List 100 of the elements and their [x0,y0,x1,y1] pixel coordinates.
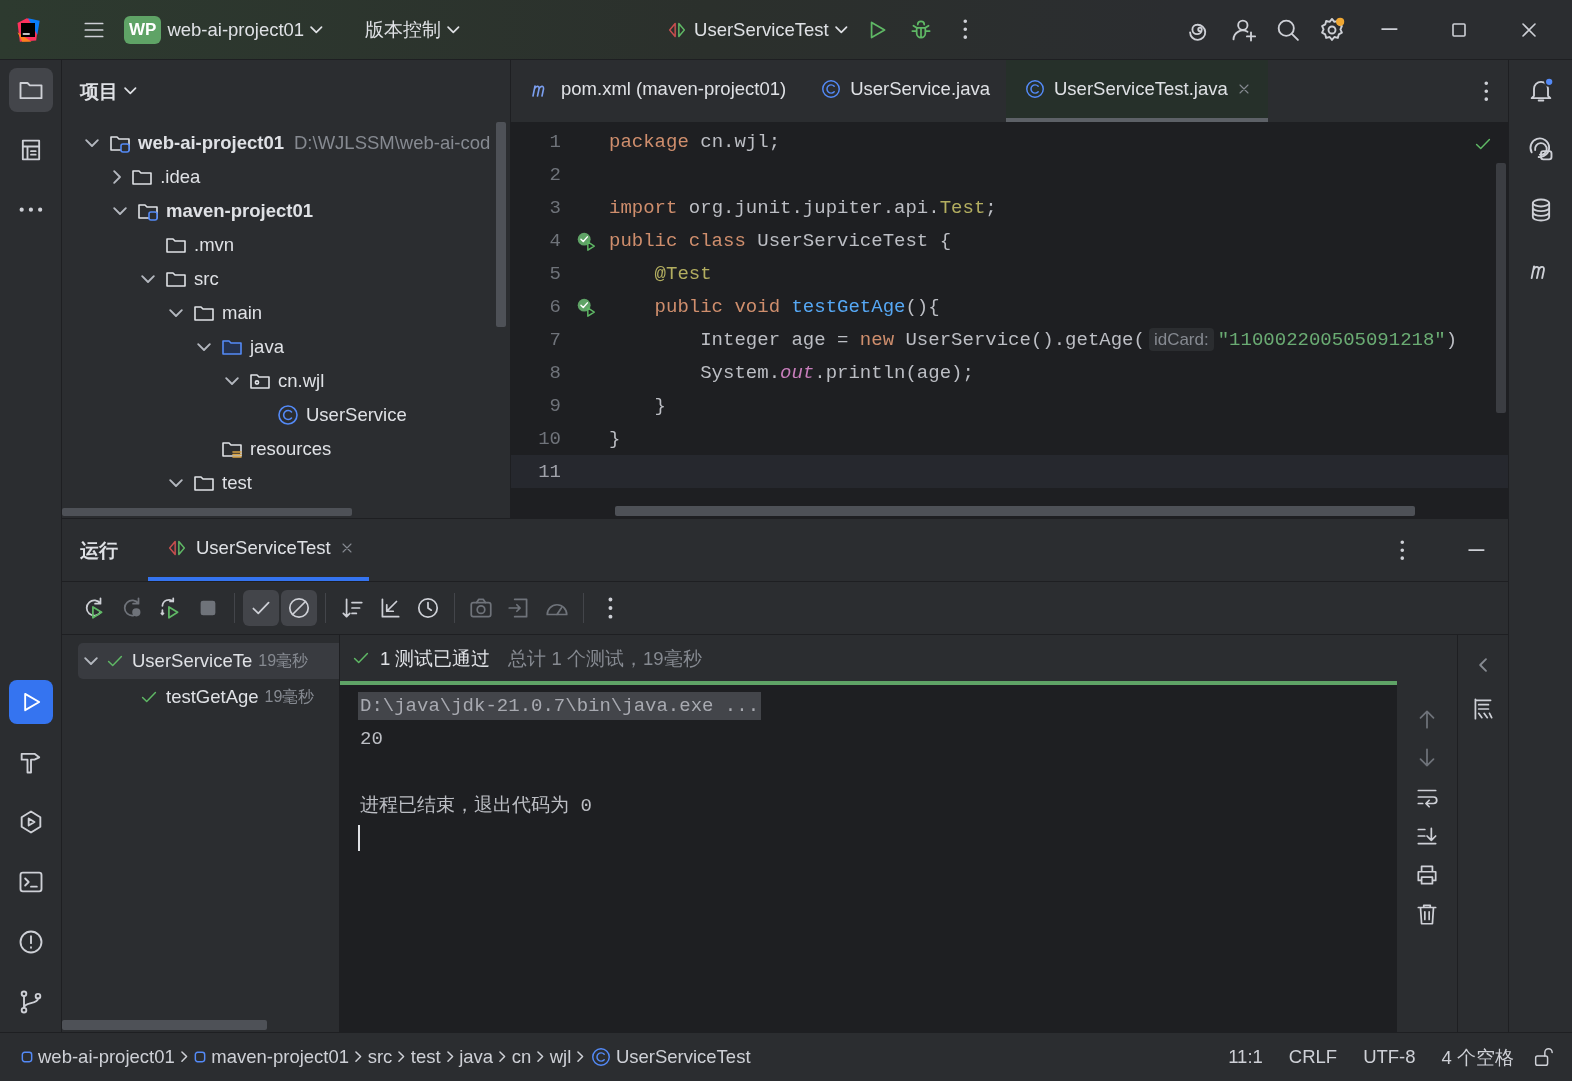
more-icon [963,19,968,40]
show-ignored-button[interactable] [281,590,317,626]
lock-icon [1532,1046,1554,1068]
run-configuration-dropdown[interactable]: UserServiceTest [658,12,856,47]
breadcrumb[interactable]: web-ai-project01 [20,1046,175,1068]
code-line: package cn.wjl; [609,130,781,153]
tree-item[interactable]: java [62,330,290,364]
class-icon [1024,78,1046,100]
tree-item[interactable]: resources [62,432,338,466]
more-icon [1483,80,1489,102]
ban-icon [286,595,312,621]
editor-tab[interactable]: pom.xml (maven-project01) [511,60,803,122]
code-line: public class UserServiceTest { [609,229,952,252]
project-dropdown[interactable]: WP web-ai-project01 [116,9,331,50]
code-line: } [609,427,621,450]
breadcrumb[interactable]: src [367,1046,393,1068]
more-icon [18,207,43,213]
text-cursor [358,825,360,851]
editor-tab[interactable]: UserService.java [802,60,1006,122]
editor-tab[interactable]: UserServiceTest.java [1006,60,1268,122]
chevron-right-icon [398,1051,405,1063]
breadcrumb[interactable]: UserServiceTest [589,1046,751,1068]
breadcrumb[interactable]: wjl [549,1046,572,1068]
run-tab[interactable]: UserServiceTest [148,519,369,581]
class-icon [276,403,300,427]
line-number: 11 [537,460,561,483]
chevron-left-icon [1478,658,1488,672]
project-view-dropdown[interactable]: 项目 [80,78,137,104]
line-number: 9 [548,394,561,417]
chevron-right-icon [537,1051,544,1063]
module-icon [193,1050,208,1064]
print-icon [1414,862,1440,888]
breadcrumb[interactable]: cn [511,1046,532,1068]
sort-icon [339,595,365,621]
line-number: 8 [548,361,561,384]
file-encoding[interactable]: UTF-8 [1363,1046,1416,1068]
camera-icon [468,595,494,621]
indent-setting[interactable]: 4 个空格 [1441,1044,1514,1070]
scrollbar-thumb[interactable] [1496,163,1506,413]
tree-item[interactable]: .idea [62,160,207,194]
scrollbar-thumb[interactable] [62,508,352,516]
line-ending[interactable]: CRLF [1288,1046,1338,1068]
class-icon [820,78,843,100]
cursor-position[interactable]: 11:1 [1228,1046,1263,1068]
project-path: D:\WJLSSM\web-ai-cod [294,132,491,154]
scrollbar-thumb[interactable] [62,1020,267,1030]
chevron-down-icon [84,656,98,666]
chevron-down-icon [446,25,460,34]
scrollbar-thumb[interactable] [615,506,1415,516]
chevron-right-icon [180,1051,188,1063]
tree-item[interactable]: test [62,466,258,500]
line-number: 6 [548,295,561,318]
trash-icon [1414,901,1440,927]
line-number: 2 [548,163,561,186]
chevron-down-icon [124,87,137,95]
console-line: 进程已结束，退出代码为 0 [359,793,593,819]
project-button[interactable] [8,68,53,112]
breadcrumb[interactable]: maven-project01 [193,1046,350,1068]
chevron-right-icon [577,1051,584,1063]
panel-title: 运行 [80,538,118,563]
code-line: } [653,394,666,417]
breadcrumb[interactable]: test [410,1046,441,1068]
run-button[interactable] [8,680,53,724]
minimize-icon [1467,548,1485,552]
more-icon [1399,539,1405,561]
tree-item[interactable]: web-ai-project01 D:\WJLSSM\web-ai-cod [62,126,497,160]
line-number: 3 [548,196,561,219]
minimize-icon [1380,28,1398,31]
history-icon [415,595,441,621]
code-line: Integer age = new UserService().getAge( idCard: "110002200505091218") [699,328,1458,351]
test-summary: 总计 1 个测试，19毫秒 [508,646,702,671]
test-item[interactable]: UserServiceTe 19毫秒 [78,643,339,679]
chevron-down-icon [310,25,323,34]
class-icon [589,1046,612,1068]
test-item[interactable]: testGetAge 19毫秒 [78,679,339,715]
show-passed-button[interactable] [243,590,279,626]
line-number: 1 [548,130,561,153]
tree-item[interactable]: UserService [62,398,413,432]
settings-icon [1318,15,1346,44]
tree-item[interactable]: .mvn [62,228,241,262]
line-number: 7 [548,328,561,351]
breadcrumb[interactable]: java [459,1046,494,1068]
code-line: import org.junit.jupiter.api.Test; [609,196,997,219]
scrollbar-thumb[interactable] [496,122,506,327]
chevron-right-icon [355,1051,362,1063]
tree-item[interactable]: maven-project01 [62,194,320,228]
line-number: 5 [548,262,561,285]
vcs-dropdown[interactable]: 版本控制 [356,11,468,48]
tree-item[interactable]: main [62,296,269,330]
tree-item[interactable]: cn.wjl [62,364,331,398]
test-status: 1 测试已通过 [380,646,491,671]
line-number: 4 [548,229,561,252]
project-badge: WP [124,15,162,44]
more-icon [607,596,613,620]
console-line: 20 [359,726,384,752]
tree-item[interactable]: src [62,262,225,296]
code-line: public void testGetAge(){ [653,295,940,318]
chevron-right-icon [446,1051,454,1063]
chevron-down-icon [834,25,848,34]
chevron-right-icon [499,1051,506,1063]
